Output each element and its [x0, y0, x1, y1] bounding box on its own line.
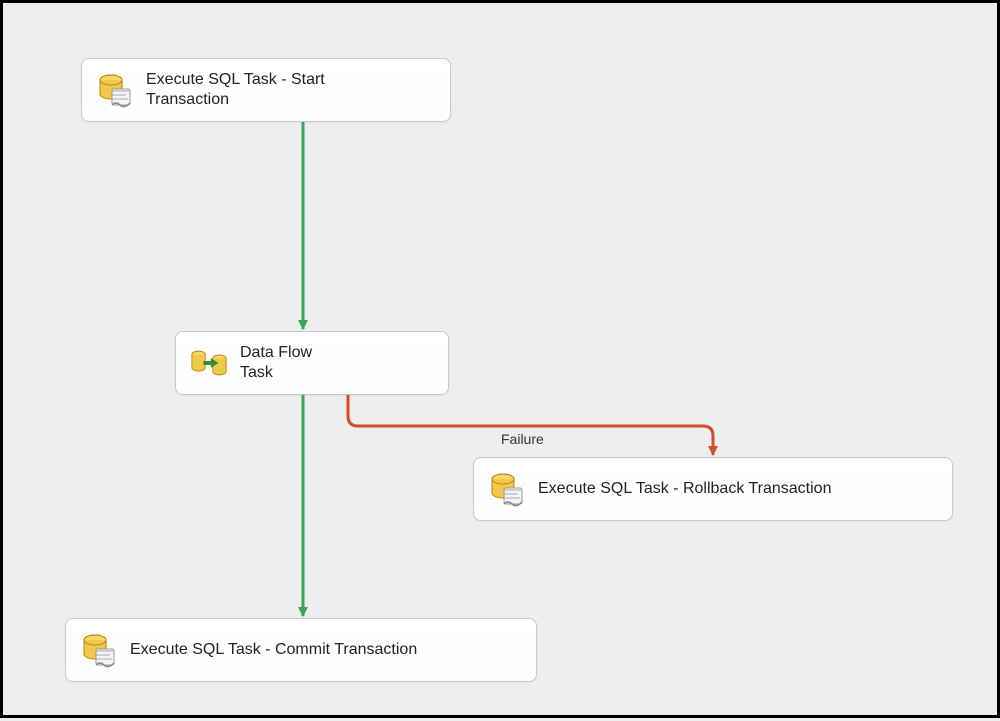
task-start-transaction[interactable]: Execute SQL Task - Start Transaction	[81, 58, 451, 122]
task-commit-transaction[interactable]: Execute SQL Task - Commit Transaction	[65, 618, 537, 682]
data-flow-task-icon	[190, 344, 228, 382]
execute-sql-task-icon	[488, 470, 526, 508]
connector-failure-label: Failure	[501, 431, 544, 447]
task-data-flow[interactable]: Data Flow Task	[175, 331, 449, 395]
task-rollback-label: Execute SQL Task - Rollback Transaction	[538, 479, 831, 499]
ssis-control-flow-canvas[interactable]: Execute SQL Task - Start Transaction Dat…	[3, 3, 997, 715]
execute-sql-task-icon	[96, 71, 134, 109]
task-rollback-transaction[interactable]: Execute SQL Task - Rollback Transaction	[473, 457, 953, 521]
task-dataflow-label: Data Flow Task	[240, 343, 312, 383]
execute-sql-task-icon	[80, 631, 118, 669]
task-start-label: Execute SQL Task - Start Transaction	[146, 70, 325, 110]
task-commit-label: Execute SQL Task - Commit Transaction	[130, 640, 417, 660]
